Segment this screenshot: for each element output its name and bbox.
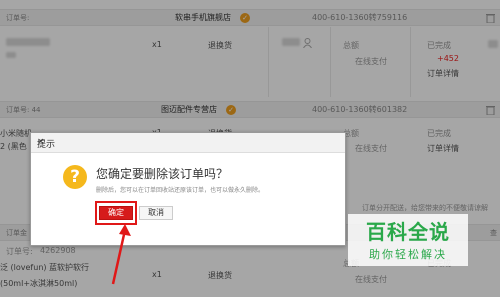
- watermark-logo: 百科全说 助你轻松解决: [348, 214, 468, 266]
- watermark-subtitle: 助你轻松解决: [369, 248, 447, 261]
- annotation-arrow: [111, 224, 131, 285]
- dialog-hint: 删除后，您可以在订单回收站还原该订单，也可以做永久删除。: [96, 187, 265, 194]
- cancel-button[interactable]: 取消: [139, 206, 173, 220]
- delete-confirm-dialog: 提示 × ? 您确定要删除该订单吗？ 删除后，您可以在订单回收站还原该订单，也可…: [30, 132, 346, 246]
- question-icon: ?: [63, 165, 87, 189]
- dialog-title-bar: 提示 ×: [31, 133, 345, 153]
- watermark-title: 百科全说: [366, 220, 450, 244]
- dialog-question: 您确定要删除该订单吗？: [96, 167, 229, 181]
- close-icon[interactable]: ×: [37, 137, 339, 147]
- highlight-box: [95, 201, 137, 225]
